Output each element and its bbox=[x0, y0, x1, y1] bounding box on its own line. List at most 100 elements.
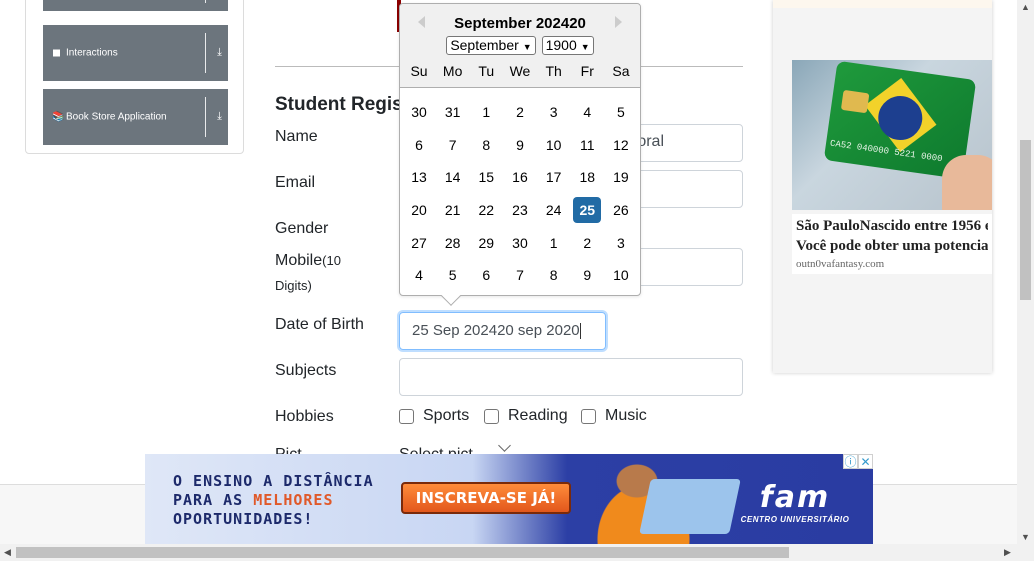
calendar-day[interactable]: 23 bbox=[506, 197, 534, 223]
banner-text: O ENSINO A DISTÂNCIA PARA AS MELHORES OP… bbox=[173, 472, 374, 529]
calendar-day[interactable]: 14 bbox=[439, 164, 467, 190]
subjects-input[interactable] bbox=[399, 358, 743, 396]
sponsored-ad[interactable]: CA52 040000 5221 0000 São PauloNascido e… bbox=[773, 0, 992, 373]
ad-text-block[interactable]: São PauloNascido entre 1956 e 1 Você pod… bbox=[792, 214, 992, 274]
calendar-day[interactable]: 5 bbox=[607, 99, 635, 125]
hobby-label: Sports bbox=[423, 407, 470, 424]
month-select[interactable]: September ▼ bbox=[446, 36, 536, 55]
gender-label: Gender bbox=[275, 220, 329, 237]
calendar-day[interactable]: 9 bbox=[506, 132, 534, 158]
sidebar-group-label: Interactions bbox=[66, 47, 118, 59]
calendar-day[interactable]: 11 bbox=[573, 132, 601, 158]
info-icon[interactable]: ⓘ bbox=[843, 454, 858, 469]
calendar-day[interactable]: 28 bbox=[439, 230, 467, 256]
checkbox-box[interactable] bbox=[484, 408, 499, 424]
calendar-day[interactable]: 30 bbox=[405, 99, 433, 125]
week-row: 13 14 15 16 17 18 19 bbox=[405, 161, 635, 194]
calendar-day[interactable]: 2 bbox=[573, 230, 601, 256]
calendar-day[interactable]: 9 bbox=[573, 262, 601, 288]
calendar-day[interactable]: 22 bbox=[472, 197, 500, 223]
calendar-day[interactable]: 1 bbox=[540, 230, 568, 256]
day-name: Tu bbox=[478, 63, 495, 79]
calendar-day[interactable]: 12 bbox=[607, 132, 635, 158]
year-select-value: 1900 bbox=[545, 37, 577, 53]
calendar-day[interactable]: 4 bbox=[573, 99, 601, 125]
list-icon bbox=[53, 49, 60, 57]
vertical-scrollbar[interactable]: ▲ ▼ bbox=[1017, 0, 1034, 544]
calendar-day[interactable]: 1 bbox=[472, 99, 500, 125]
calendar-day[interactable]: 26 bbox=[607, 197, 635, 223]
banner-ad[interactable]: O ENSINO A DISTÂNCIA PARA AS MELHORES OP… bbox=[145, 454, 873, 544]
book-icon: 📚 bbox=[52, 111, 65, 123]
hobby-label: Reading bbox=[508, 407, 568, 424]
ad-headline[interactable]: São PauloNascido entre 1956 e 1 bbox=[796, 216, 988, 236]
year-select[interactable]: 1900 ▼ bbox=[541, 36, 594, 55]
hobby-music-checkbox[interactable]: Music bbox=[581, 407, 647, 425]
calendar-day[interactable]: 25 bbox=[573, 197, 602, 224]
hobby-reading-checkbox[interactable]: Reading bbox=[484, 407, 568, 425]
calendar-day[interactable]: 21 bbox=[439, 197, 467, 223]
hobby-sports-checkbox[interactable]: Sports bbox=[399, 407, 469, 425]
calendar-day[interactable]: 16 bbox=[506, 164, 534, 190]
scroll-down-icon[interactable]: ▼ bbox=[1021, 532, 1030, 542]
calendar-day[interactable]: 19 bbox=[607, 164, 635, 190]
day-name: Fr bbox=[580, 63, 594, 79]
ad-subheadline[interactable]: Você pode obter uma potencial s bbox=[796, 236, 988, 256]
last-name-value: oral bbox=[637, 133, 664, 150]
calendar-day[interactable]: 5 bbox=[439, 262, 467, 288]
sidebar-group-interactions[interactable]: Interactions ⤓ bbox=[43, 25, 228, 81]
calendar-day[interactable]: 15 bbox=[472, 164, 500, 190]
chevron-down-icon: ▼ bbox=[580, 42, 590, 52]
enroll-button[interactable]: INSCREVA-SE JÁ! bbox=[401, 482, 571, 514]
calendar-day[interactable]: 8 bbox=[472, 132, 500, 158]
calendar-day[interactable]: 13 bbox=[405, 164, 433, 190]
scroll-left-icon[interactable]: ◀ bbox=[4, 547, 11, 558]
dob-input[interactable]: 25 Sep 202420 sep 2020 bbox=[399, 312, 606, 350]
calendar-day[interactable]: 7 bbox=[439, 132, 467, 158]
divider bbox=[205, 0, 206, 3]
calendar-day[interactable]: 3 bbox=[607, 230, 635, 256]
mobile-label-text: Mobile bbox=[275, 252, 323, 269]
horizontal-scroll-thumb[interactable] bbox=[16, 547, 789, 558]
calendar-day[interactable]: 8 bbox=[540, 262, 568, 288]
datepicker-popup: September 202420 September ▼ 1900 ▼ Su Mo … bbox=[399, 3, 641, 306]
calendar-day[interactable]: 2 bbox=[506, 99, 534, 125]
calendar-day[interactable]: 31 bbox=[439, 99, 467, 125]
calendar-day[interactable]: 29 bbox=[472, 230, 500, 256]
sidebar-group-book-store[interactable]: 📚 Book Store Application ⤓ bbox=[43, 89, 228, 145]
checkbox-box[interactable] bbox=[581, 408, 596, 424]
calendar-day[interactable]: 20 bbox=[405, 197, 433, 223]
calendar-day[interactable]: 18 bbox=[573, 164, 601, 190]
calendar-day[interactable]: 10 bbox=[607, 262, 635, 288]
calendar-day[interactable]: 4 bbox=[405, 262, 433, 288]
hand-image bbox=[942, 155, 992, 210]
hobbies-label: Hobbies bbox=[275, 408, 334, 425]
close-icon[interactable]: ✕ bbox=[858, 454, 873, 469]
hobby-label: Music bbox=[605, 407, 647, 424]
calendar-day[interactable]: 10 bbox=[540, 132, 568, 158]
horizontal-scrollbar[interactable]: ◀ ▶ bbox=[0, 544, 1034, 561]
calendar-day[interactable]: 6 bbox=[405, 132, 433, 158]
calendar-day[interactable]: 30 bbox=[506, 230, 534, 256]
week-row: 6 7 8 9 10 11 12 bbox=[405, 129, 635, 162]
ad-source[interactable]: outn0vafantasy.com bbox=[796, 258, 988, 270]
calendar-day[interactable]: 7 bbox=[506, 262, 534, 288]
calendar-day[interactable]: 27 bbox=[405, 230, 433, 256]
calendar-day[interactable]: 3 bbox=[540, 99, 568, 125]
sidebar-group-top[interactable]: ⤓ bbox=[43, 0, 228, 11]
vertical-scroll-thumb[interactable] bbox=[1020, 140, 1031, 300]
card-number: CA52 040000 5221 0000 bbox=[829, 138, 944, 165]
calendar-day[interactable]: 24 bbox=[540, 197, 568, 223]
divider bbox=[205, 33, 206, 73]
calendar-day[interactable]: 6 bbox=[472, 262, 500, 288]
scroll-right-icon[interactable]: ▶ bbox=[1004, 547, 1011, 558]
datepicker-selects: September ▼ 1900 ▼ bbox=[400, 36, 640, 55]
checkbox-box[interactable] bbox=[399, 408, 414, 424]
scroll-up-icon[interactable]: ▲ bbox=[1021, 2, 1030, 12]
card-chip bbox=[840, 89, 870, 114]
day-name: Th bbox=[545, 63, 562, 79]
next-month-icon[interactable] bbox=[615, 16, 622, 28]
day-name: Sa bbox=[612, 63, 630, 79]
calendar-day[interactable]: 17 bbox=[540, 164, 568, 190]
ad-image[interactable]: CA52 040000 5221 0000 bbox=[792, 60, 992, 210]
